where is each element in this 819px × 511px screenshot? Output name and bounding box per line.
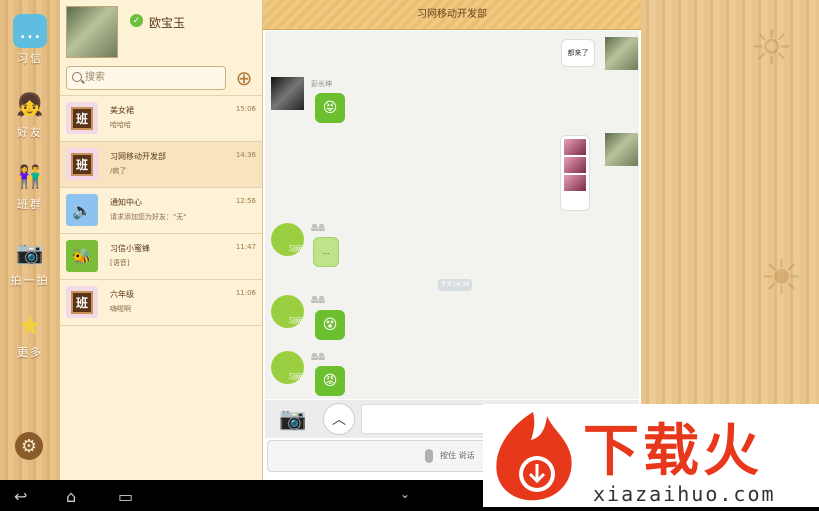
conversation-time: 12:56 [235,197,256,205]
sender-name: 晶晶 [311,353,325,361]
nav-label: 习信 [17,52,43,65]
nav-label: 好友 [17,126,43,139]
class-avatar-icon: 班 [66,148,98,180]
avatar[interactable] [271,77,304,110]
add-friend-icon[interactable]: ⊕ [232,66,256,90]
conversation-name: 通知中心 [110,198,142,207]
nav-label: 班群 [17,198,43,211]
nav-item-more[interactable]: ★ 更多 [0,308,60,360]
conversation-time: 11:06 [235,289,256,297]
class-avatar-icon: 班 [66,286,98,318]
conversation-time: 14:36 [235,151,256,159]
conversation-preview: /疯了 [110,167,127,175]
conversation-name: 美女裙 [110,106,134,115]
bee-icon: 🐝 [66,240,98,272]
photo-message[interactable] [560,135,590,211]
emoji-sticker-icon[interactable]: 😵 [315,310,345,340]
nav-item-xixin[interactable]: … 习信 [0,14,60,66]
conversation-list-panel: ✓ 欧宝玉 搜索 ⊕ 班 美女裙 15:06 哈哈哈 班 习网移动开发部 14:… [60,0,263,480]
bee-avatar-icon[interactable]: 习网 [271,295,304,328]
conversation-item[interactable]: 班 习网移动开发部 14:36 /疯了 [60,142,262,188]
photo-thumbnail [564,139,586,155]
conversation-item[interactable]: 班 美女裙 15:06 哈哈哈 [60,96,262,142]
watermark-title: 下载火 [583,419,763,484]
conversation-name: 六年级 [110,290,134,299]
microphone-icon [425,449,433,463]
conversation-preview: 请求添加您为好友："无" [110,213,187,221]
photo-thumbnail [564,157,586,173]
avatar[interactable] [605,37,638,70]
conversation-preview: [语音] [110,259,130,267]
speaker-icon: 🔈 [66,194,98,226]
keyboard-hide-icon[interactable]: ⌄ [400,487,410,501]
gear-icon[interactable]: ⚙ [15,432,43,460]
sun-doodle-icon: ☼ [750,20,794,76]
conversation-name: 习网移动开发部 [110,152,166,161]
nav-item-snap[interactable]: 📷 拍一拍 [0,236,60,288]
chat-title: 习网移动开发部 [263,0,641,30]
flame-logo-icon [496,412,572,501]
sender-name: 晶晶 [311,296,325,304]
sender-name: 晶晶 [311,224,325,232]
sender-name: 彭长坤 [311,80,332,88]
conversation-preview: 哈哈哈 [110,121,131,129]
nav-item-friends[interactable]: 👧 好友 [0,88,60,140]
camera-icon: 📷 [16,240,44,266]
home-icon[interactable]: ⌂ [66,487,76,506]
watermark: 下载火 xiazaihuo.com [483,404,819,507]
class-avatar-icon: 班 [66,102,98,134]
nav-label: 更多 [17,346,43,359]
timestamp-chip: 今天14:36 [438,279,472,291]
camera-mic-icon[interactable]: 📷 [271,403,315,435]
nav-item-class-group[interactable]: 👫 班群 [0,160,60,212]
avatar[interactable] [605,133,638,166]
profile-name: 欧宝玉 [149,16,186,30]
bee-avatar-icon[interactable]: 习网 [271,351,304,384]
message-bubble[interactable]: ... [313,237,339,267]
chat-bubble-icon: … [13,14,47,48]
search-placeholder: 搜索 [85,72,105,83]
conversation-preview: 嗨啦啊 [110,305,131,313]
photo-thumbnail [564,175,586,191]
search-input[interactable]: 搜索 [66,66,226,90]
conversation-item[interactable]: 🔈 通知中心 12:56 请求添加您为好友："无" [60,188,262,234]
sun-doodle-icon: ☀ [760,250,804,306]
search-icon [72,72,82,82]
conversation-name: 习信小蜜蜂 [110,244,150,253]
girl-avatar-icon: 👧 [16,92,44,118]
conversation-time: 15:06 [235,105,256,113]
emoji-sticker-icon[interactable]: 😡 [315,366,345,396]
star-icon: ★ [17,308,43,342]
message-bubble[interactable]: 都来了 [561,39,595,67]
group-avatar-icon: 👫 [16,164,44,190]
profile-header: ✓ 欧宝玉 搜索 ⊕ [60,0,262,96]
chevron-up-icon[interactable]: ︿ [323,403,355,435]
conversation-time: 11:47 [235,243,256,251]
left-nav: … 习信 👧 好友 👫 班群 📷 拍一拍 ★ 更多 ⚙ [0,0,60,480]
avatar[interactable] [66,6,118,58]
bee-avatar-icon[interactable]: 习网 [271,223,304,256]
conversation-item[interactable]: 🐝 习信小蜜蜂 11:47 [语音] [60,234,262,280]
conversation-item[interactable]: 班 六年级 11:06 嗨啦啊 [60,280,262,326]
watermark-url: xiazaihuo.com [593,482,776,506]
message-list[interactable]: 都来了 彭长坤 😝 习网 晶晶 ... 今天14:36 习网 晶晶 😵 习网 晶… [265,31,639,399]
nav-label: 拍一拍 [10,274,50,287]
online-check-icon: ✓ [130,14,143,27]
recent-apps-icon[interactable]: ▭ [118,487,133,506]
back-icon[interactable]: ↩ [14,487,27,506]
emoji-sticker-icon[interactable]: 😝 [315,93,345,123]
hold-to-talk-label: 按住 说话 [440,451,475,460]
